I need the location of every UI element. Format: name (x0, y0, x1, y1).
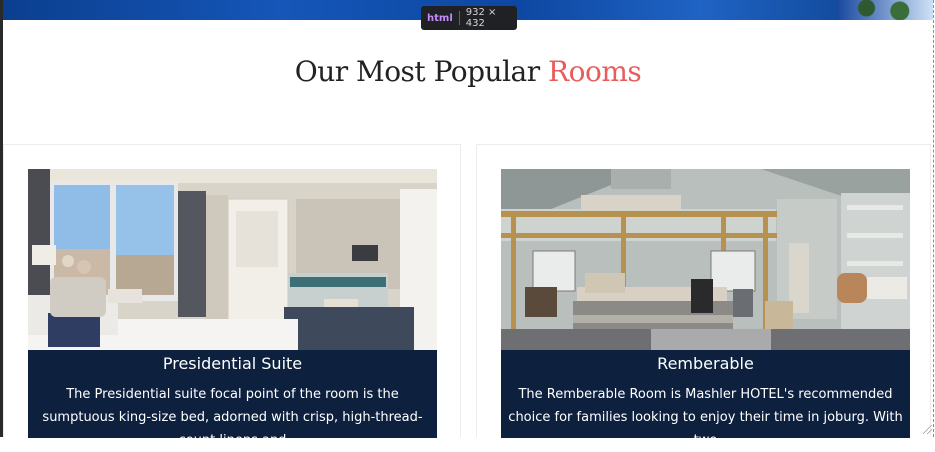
section-title-main: Our Most Popular (294, 55, 549, 88)
room-card-remberable[interactable]: Remberable The Remberable Room is Mashle… (476, 144, 931, 448)
devtools-separator (458, 11, 460, 25)
layout-guide-line (933, 0, 934, 437)
room-card-presidential-suite[interactable]: Presidential Suite The Presidential suit… (3, 144, 461, 448)
section-title: Our Most Popular Rooms (3, 55, 933, 88)
room-photo-remberable[interactable] (501, 169, 910, 350)
hero-tree-image (838, 0, 933, 20)
room-caption-presidential-suite: Presidential Suite The Presidential suit… (28, 350, 437, 448)
room-description: The Remberable Room is Mashler HOTEL's r… (508, 387, 903, 448)
room-name: Presidential Suite (162, 354, 303, 373)
section-title-accent: Rooms (548, 55, 642, 88)
room-photo-remberable-image (501, 169, 910, 350)
room-photo-presidential-suite-image (28, 169, 437, 350)
resize-grip-icon[interactable] (923, 425, 932, 434)
devtools-tag-name: html (427, 12, 453, 24)
room-photo-presidential-suite[interactable] (28, 169, 437, 350)
room-description: The Presidential suite focal point of th… (42, 387, 423, 448)
room-name: Remberable (657, 354, 754, 373)
devtools-element-size: 932 × 432 (465, 7, 497, 29)
devtools-element-tooltip: html 932 × 432 (421, 6, 517, 30)
room-caption-remberable: Remberable The Remberable Room is Mashle… (501, 350, 910, 448)
